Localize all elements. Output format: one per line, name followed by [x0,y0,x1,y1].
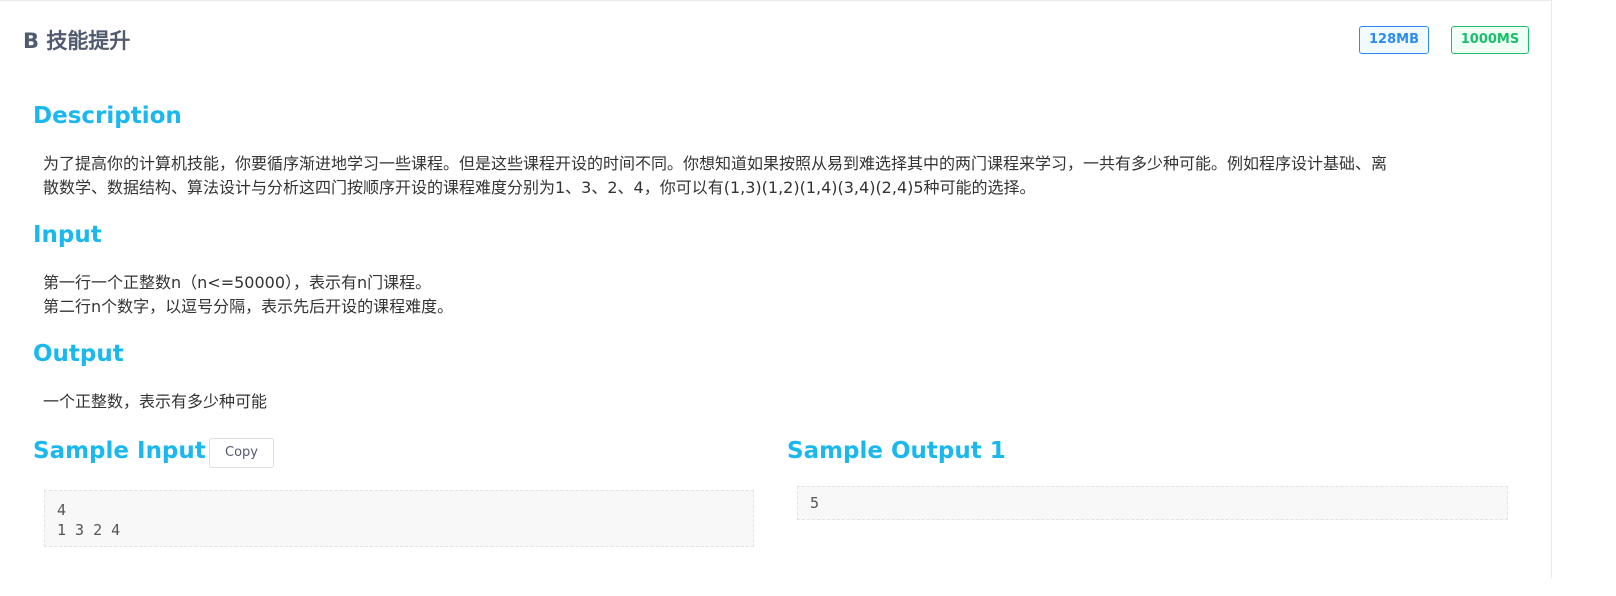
output-line: 一个正整数，表示有多少种可能 [43,392,268,411]
sample-input-box[interactable]: 4 1 3 2 4 [44,490,754,547]
sample-output-line: 5 [810,494,820,512]
input-line: 第一行一个正整数n（n<=50000），表示有n门课程。 [43,273,432,292]
description-heading: Description [33,103,182,129]
input-line: 第二行n个数字，以逗号分隔，表示先后开设的课程难度。 [43,297,454,316]
description-text: 为了提高你的计算机技能，你要循序渐进地学习一些课程。但是这些课程开设的时间不同。… [43,152,1518,200]
output-text: 一个正整数，表示有多少种可能 [43,390,1518,414]
copy-button[interactable]: Copy [209,438,274,468]
description-line: 为了提高你的计算机技能，你要循序渐进地学习一些课程。但是这些课程开设的时间不同。… [43,154,1388,173]
problem-title: B 技能提升 [23,29,131,53]
input-text: 第一行一个正整数n（n<=50000），表示有n门课程。 第二行n个数字，以逗号… [43,271,1518,319]
sample-output-box[interactable]: 5 [797,486,1508,520]
time-limit-badge: 1000MS [1451,26,1529,54]
memory-limit-badge: 128MB [1359,26,1429,54]
output-heading: Output [33,341,124,367]
input-heading: Input [33,222,102,248]
description-line: 散数学、数据结构、算法设计与分析这四门按顺序开设的课程难度分别为1、3、2、4，… [43,178,1036,197]
sample-output-heading: Sample Output 1 [787,438,1006,464]
sample-input-line: 1 3 2 4 [57,521,121,539]
sample-input-line: 4 [57,501,67,519]
sample-input-heading: Sample Input 1 [33,438,230,464]
problem-panel: B 技能提升 128MB 1000MS Description 为了提高你的计算… [0,0,1552,578]
